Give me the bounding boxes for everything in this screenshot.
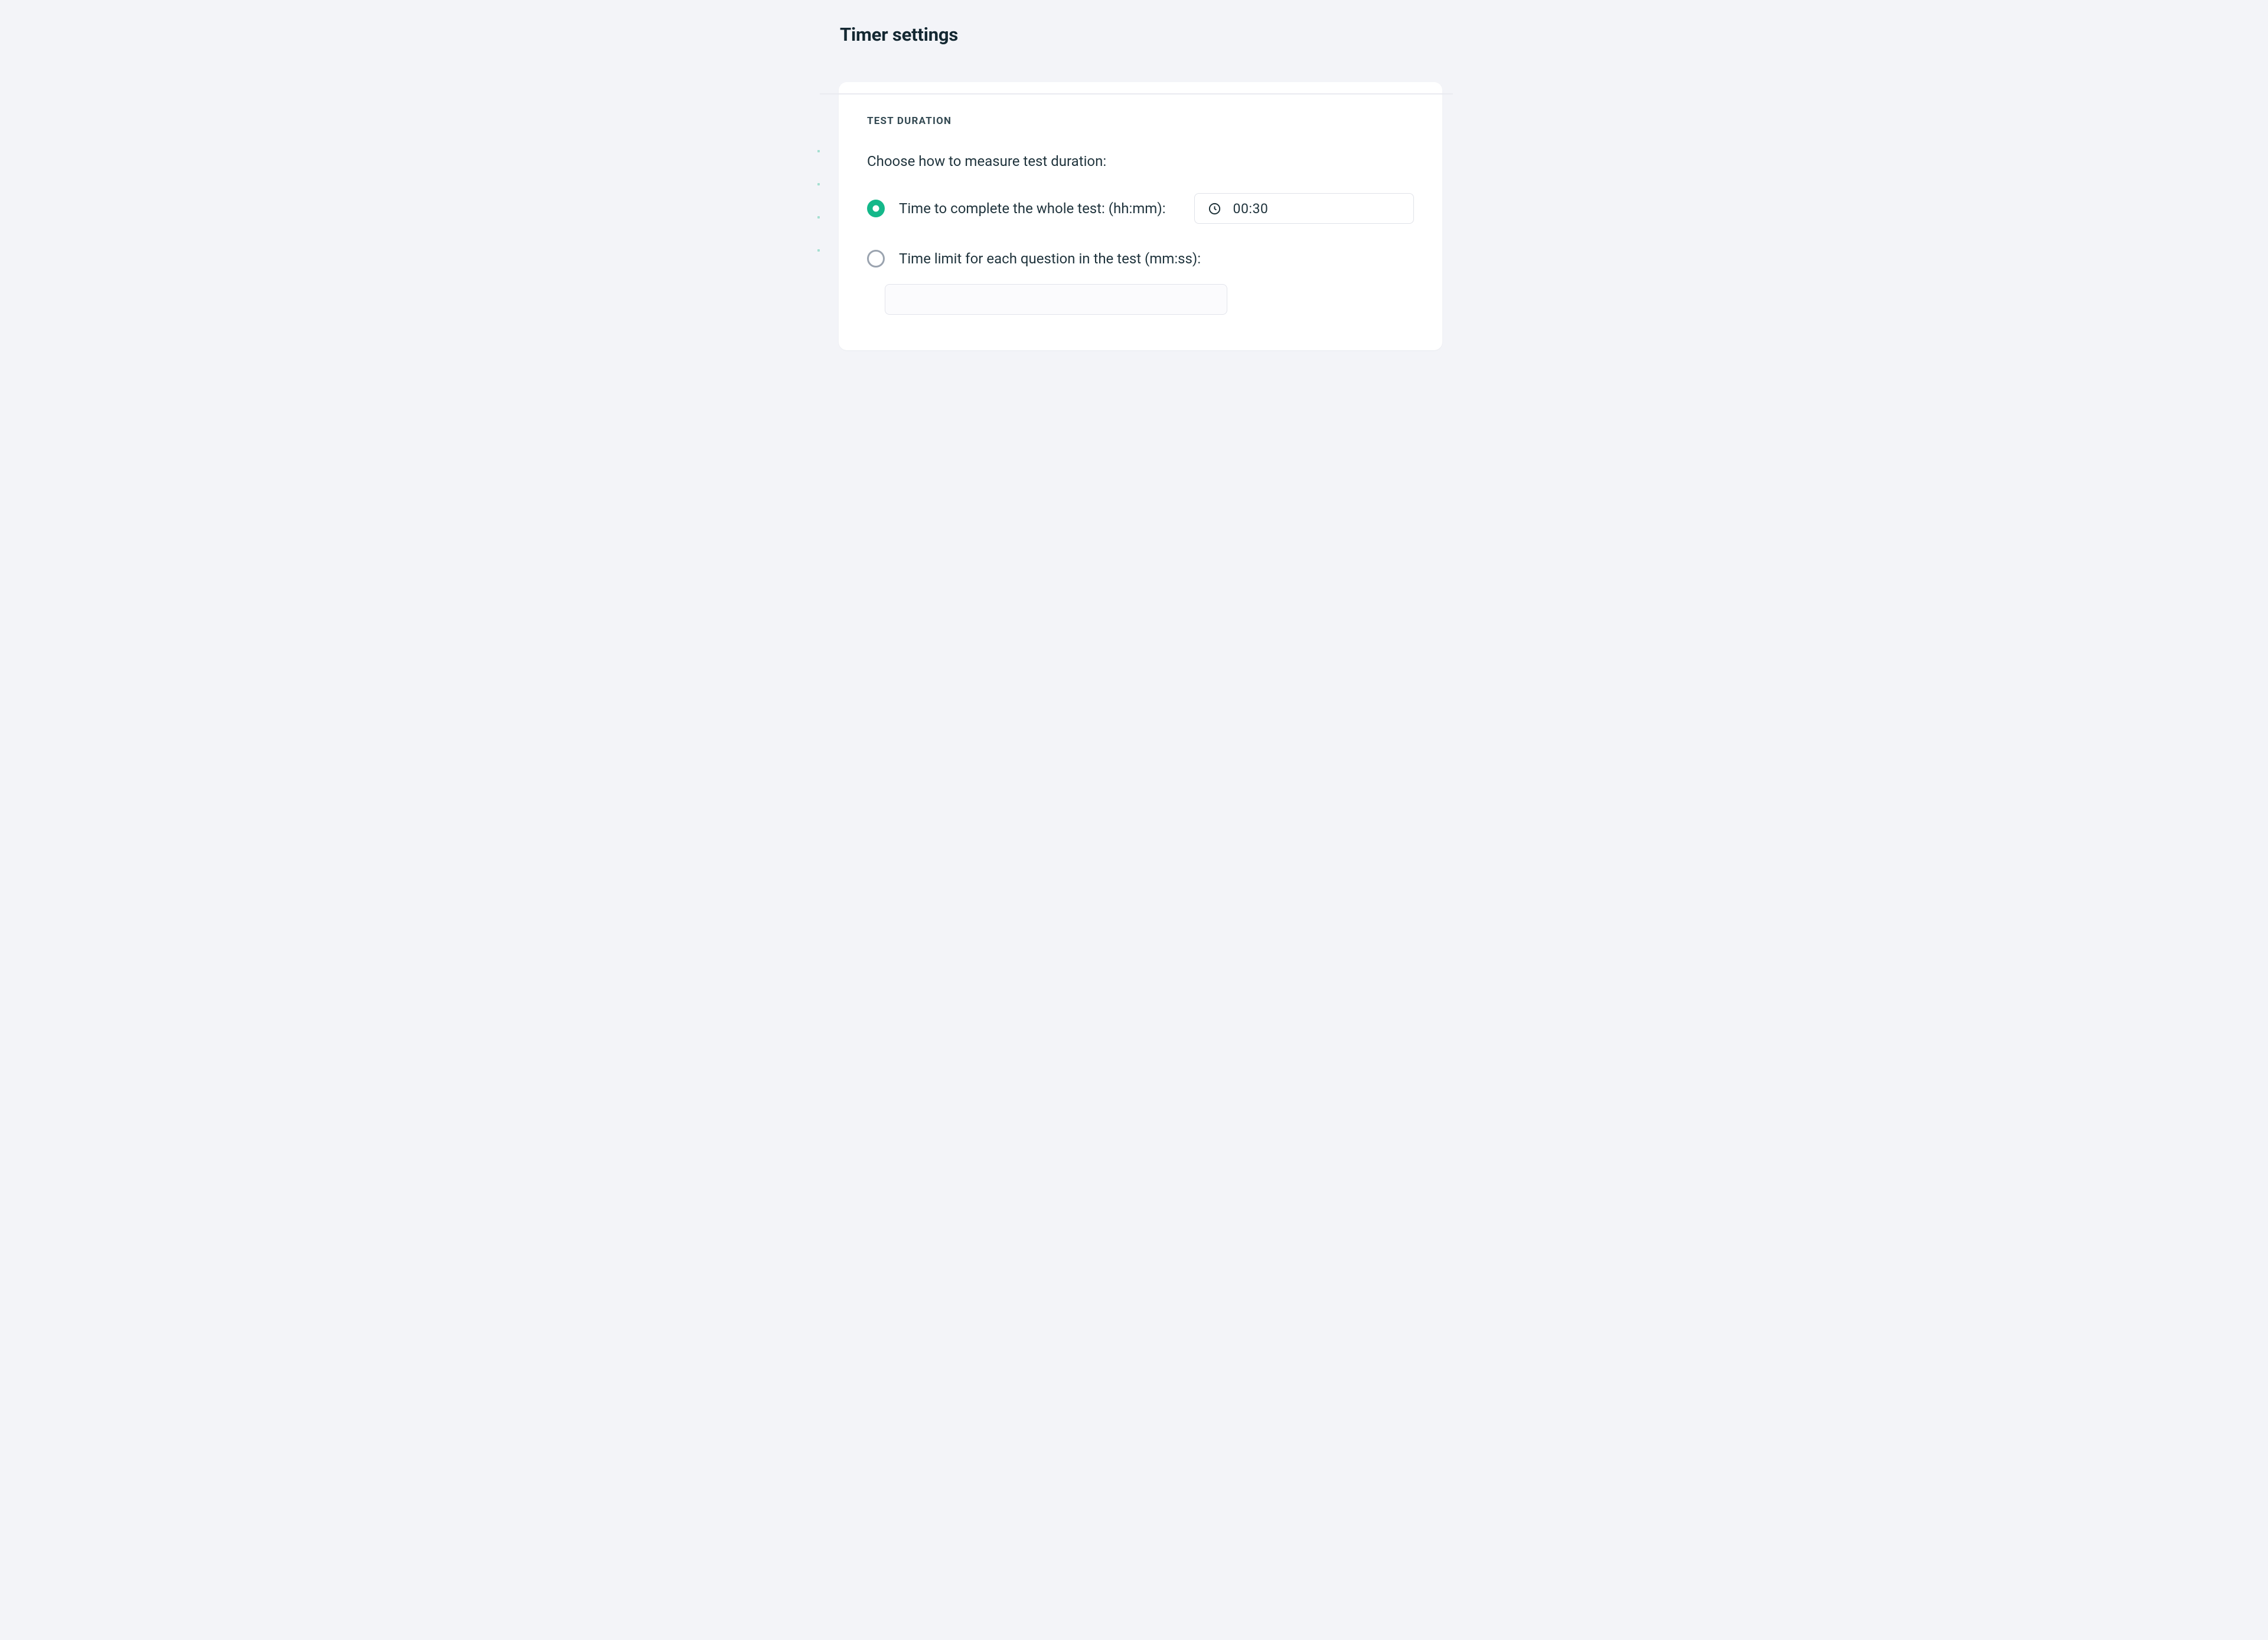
decorative-edge-ticks xyxy=(817,150,820,282)
option-row-per-question: Time limit for each question in the test… xyxy=(867,250,1414,268)
top-divider xyxy=(820,93,1453,94)
clock-icon xyxy=(1208,202,1221,216)
option-row-whole-test: Time to complete the whole test: (hh:mm)… xyxy=(867,193,1414,224)
section-heading-test-duration: TEST DURATION xyxy=(867,115,1414,127)
test-duration-card: TEST DURATION Choose how to measure test… xyxy=(839,82,1442,350)
radio-label-whole-test[interactable]: Time to complete the whole test: (hh:mm)… xyxy=(899,200,1166,217)
per-question-input-wrap xyxy=(885,284,1414,315)
time-input-whole-test[interactable]: 00:30 xyxy=(1194,193,1414,224)
helper-text: Choose how to measure test duration: xyxy=(867,153,1414,169)
time-value-whole-test: 00:30 xyxy=(1233,201,1269,217)
time-input-per-question[interactable] xyxy=(885,284,1227,315)
radio-label-per-question[interactable]: Time limit for each question in the test… xyxy=(899,250,1201,267)
page-title: Timer settings xyxy=(840,24,1512,45)
radio-per-question[interactable] xyxy=(867,250,885,268)
radio-whole-test[interactable] xyxy=(867,200,885,217)
